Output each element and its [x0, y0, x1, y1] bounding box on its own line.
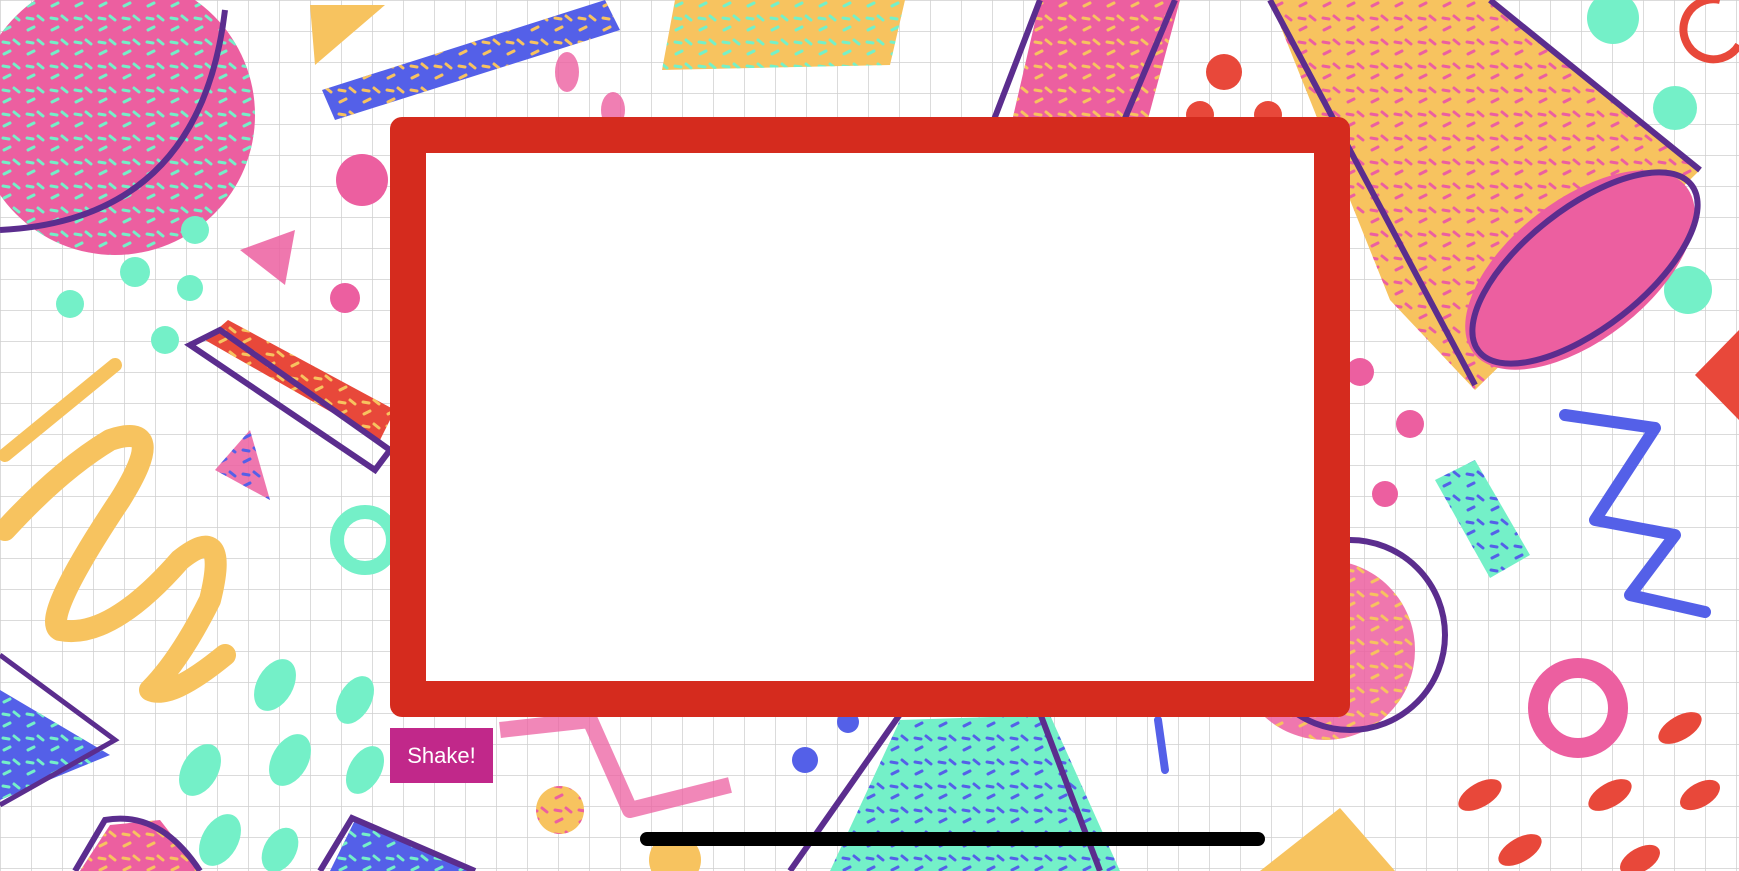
shake-button[interactable]: Shake!	[390, 728, 493, 783]
home-indicator	[640, 832, 1265, 846]
display-area	[426, 153, 1314, 681]
screen-frame	[390, 117, 1350, 717]
